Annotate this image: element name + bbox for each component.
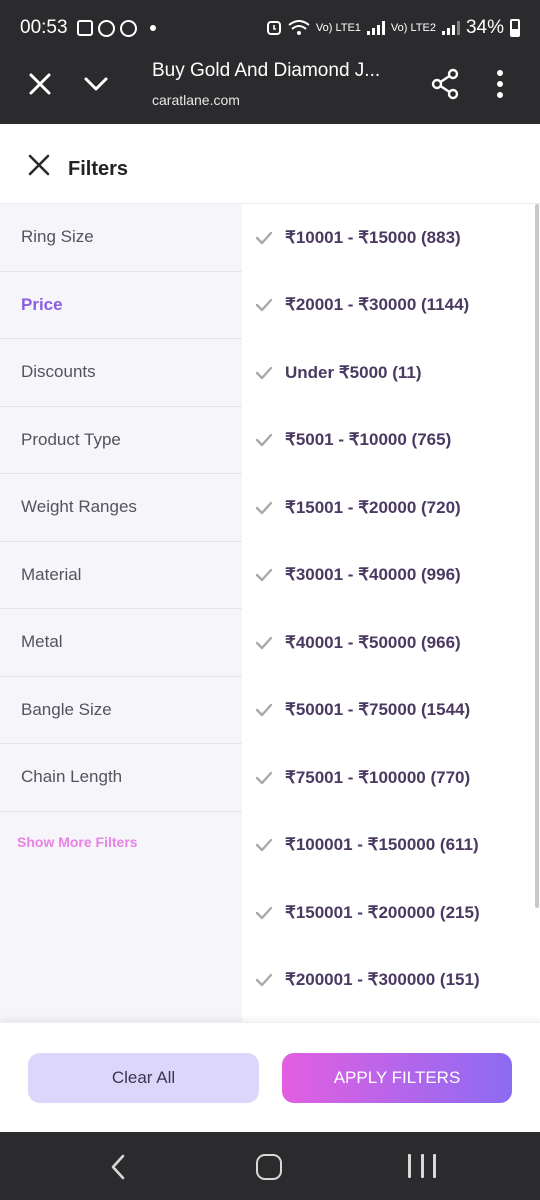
- home-icon[interactable]: [256, 1154, 282, 1180]
- close-filters-icon[interactable]: [26, 152, 52, 178]
- check-icon: [255, 299, 273, 312]
- browser-toolbar: Buy Gold And Diamond J... caratlane.com: [0, 56, 540, 124]
- filter-category-list: Ring Size Price Discounts Product Type W…: [0, 204, 242, 1022]
- price-option[interactable]: ₹50001 - ₹75000 (1544): [242, 677, 532, 745]
- share-icon[interactable]: [430, 68, 460, 100]
- status-time: 00:53: [20, 17, 68, 38]
- wifi-icon: [288, 20, 310, 35]
- check-icon: [255, 839, 273, 852]
- battery-percent: 34%: [465, 17, 504, 38]
- check-icon: [255, 434, 273, 447]
- battery-icon: [510, 19, 520, 37]
- price-option-label: ₹200001 - ₹300000 (151): [285, 970, 480, 990]
- notification-icons: [76, 19, 156, 37]
- price-option-label: ₹150001 - ₹200000 (215): [285, 902, 480, 922]
- price-option[interactable]: ₹15001 - ₹20000 (720): [242, 474, 532, 542]
- category-price[interactable]: Price: [0, 271, 242, 339]
- category-material[interactable]: Material: [0, 542, 242, 609]
- signal-icon: [366, 21, 385, 35]
- category-product-type[interactable]: Product Type: [0, 407, 242, 474]
- check-icon: [255, 906, 273, 919]
- price-option-label: ₹50001 - ₹75000 (1544): [285, 700, 471, 720]
- price-option[interactable]: Under ₹5000 (11): [242, 339, 532, 407]
- price-option-label: ₹40001 - ₹50000 (966): [285, 632, 461, 652]
- status-right: Vo) LTE1 Vo) LTE2 34%: [266, 17, 520, 39]
- alarm-icon: [266, 21, 281, 35]
- price-option[interactable]: ₹30001 - ₹40000 (996): [242, 542, 532, 610]
- price-option[interactable]: ₹5001 - ₹10000 (765): [242, 407, 532, 475]
- price-option[interactable]: ₹150001 - ₹200000 (215): [242, 879, 532, 947]
- check-icon: [255, 771, 273, 784]
- scrollbar[interactable]: [532, 204, 540, 1022]
- check-icon: [255, 231, 273, 244]
- recent-apps-icon[interactable]: [408, 1154, 436, 1180]
- category-metal[interactable]: Metal: [0, 609, 242, 677]
- scrollbar-thumb[interactable]: [535, 204, 539, 908]
- category-ring-size[interactable]: Ring Size: [0, 204, 242, 272]
- price-option-label: ₹20001 - ₹30000 (1144): [285, 295, 470, 315]
- network-lte1-label: Vo) LTE1: [315, 22, 361, 34]
- more-vertical-icon[interactable]: [494, 70, 506, 98]
- category-weight-ranges[interactable]: Weight Ranges: [0, 474, 242, 542]
- filter-action-bar: Clear All APPLY FILTERS: [0, 1022, 540, 1132]
- network-lte2-label: Vo) LTE2: [390, 22, 436, 34]
- signal-icon: [441, 21, 460, 35]
- price-option-label: ₹5001 - ₹10000 (765): [285, 430, 452, 450]
- notification-dot-icon: [149, 25, 156, 31]
- price-option-label: ₹15001 - ₹20000 (720): [285, 497, 461, 517]
- check-icon: [255, 366, 273, 379]
- category-discounts[interactable]: Discounts: [0, 339, 242, 407]
- chevron-down-icon[interactable]: [82, 70, 110, 98]
- price-option-label: ₹75001 - ₹100000 (770): [285, 767, 471, 787]
- price-option[interactable]: ₹200001 - ₹300000 (151): [242, 947, 532, 1015]
- price-option-label: ₹10001 - ₹15000 (883): [285, 227, 461, 247]
- price-options-list: ₹10001 - ₹15000 (883) ₹20001 - ₹30000 (1…: [242, 204, 532, 1022]
- whatsapp-icon: [97, 19, 115, 37]
- page-url: caratlane.com: [152, 92, 240, 108]
- clear-all-button[interactable]: Clear All: [28, 1053, 259, 1103]
- close-icon[interactable]: [26, 70, 54, 98]
- apply-filters-button[interactable]: APPLY FILTERS: [282, 1053, 512, 1103]
- price-option[interactable]: ₹40001 - ₹50000 (966): [242, 609, 532, 677]
- price-option[interactable]: ₹20001 - ₹30000 (1144): [242, 272, 532, 340]
- back-icon[interactable]: [104, 1152, 134, 1182]
- check-icon: [255, 974, 273, 987]
- status-bar: 00:53 Vo) LTE1 Vo) LTE2 34%: [0, 0, 540, 56]
- price-option-label: ₹100001 - ₹150000 (611): [285, 835, 479, 855]
- price-option[interactable]: ₹10001 - ₹15000 (883): [242, 204, 532, 272]
- category-chain-length[interactable]: Chain Length: [0, 744, 242, 812]
- show-more-filters-link[interactable]: Show More Filters: [0, 812, 242, 872]
- category-bangle-size[interactable]: Bangle Size: [0, 677, 242, 744]
- check-icon: [255, 636, 273, 649]
- price-option[interactable]: ₹75001 - ₹100000 (770): [242, 744, 532, 812]
- filters-title: Filters: [68, 158, 129, 180]
- gallery-icon: [76, 20, 93, 36]
- price-option-label: ₹30001 - ₹40000 (996): [285, 565, 461, 585]
- page-title: Buy Gold And Diamond J...: [152, 60, 381, 81]
- price-option-label: Under ₹5000 (11): [285, 362, 422, 382]
- check-icon: [255, 704, 273, 717]
- whatsapp-icon: [119, 19, 137, 37]
- price-option[interactable]: ₹100001 - ₹150000 (611): [242, 812, 532, 880]
- system-nav-bar: [0, 1132, 540, 1200]
- check-icon: [255, 569, 273, 582]
- filters-header: Filters: [0, 124, 540, 204]
- check-icon: [255, 501, 273, 514]
